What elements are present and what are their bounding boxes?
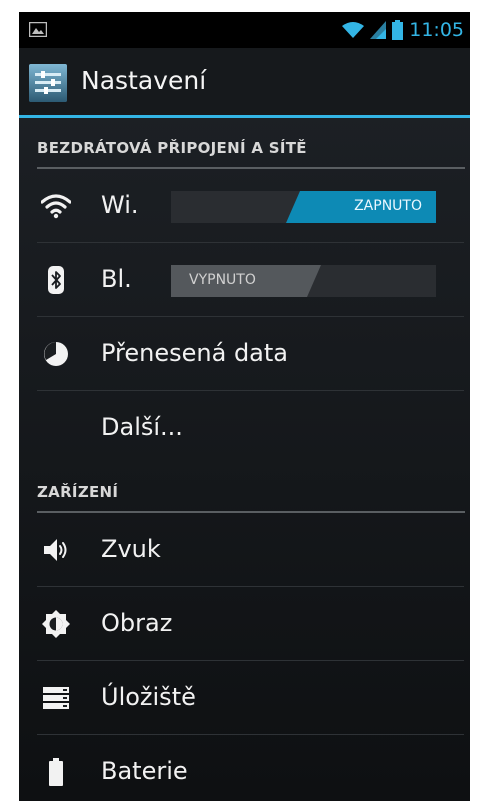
battery-icon bbox=[49, 758, 63, 786]
settings-item-display[interactable]: Obraz bbox=[19, 587, 470, 661]
settings-item-wifi[interactable]: Wi. ZAPNUTO bbox=[19, 169, 470, 243]
action-bar: Nastavení bbox=[19, 48, 470, 118]
wifi-toggle[interactable]: ZAPNUTO bbox=[171, 191, 436, 223]
settings-item-wifi-label: Wi. bbox=[101, 191, 139, 219]
status-icons: 11:05 bbox=[342, 12, 464, 48]
bluetooth-toggle-off-thumb: VYPNUTO bbox=[171, 265, 321, 297]
status-bar: 11:05 bbox=[19, 12, 470, 48]
settings-item-more[interactable]: Další... bbox=[19, 391, 470, 465]
settings-item-bluetooth[interactable]: Bl. VYPNUTO bbox=[19, 243, 470, 317]
settings-item-storage-label: Úložiště bbox=[101, 683, 196, 711]
cell-signal-icon bbox=[370, 21, 387, 39]
section-header-device-label: ZAŘÍZENÍ bbox=[37, 483, 119, 501]
wifi-toggle-text: ZAPNUTO bbox=[354, 198, 422, 214]
page-title: Nastavení bbox=[81, 66, 207, 95]
settings-app-icon[interactable] bbox=[29, 64, 67, 102]
settings-item-data-usage[interactable]: Přenesená data bbox=[19, 317, 470, 391]
wifi-icon bbox=[41, 194, 71, 219]
bluetooth-toggle[interactable]: VYPNUTO bbox=[171, 265, 436, 297]
section-header-device: ZAŘÍZENÍ bbox=[37, 465, 465, 513]
settings-item-display-label: Obraz bbox=[101, 609, 173, 637]
wifi-toggle-on-thumb: ZAPNUTO bbox=[286, 191, 436, 223]
settings-item-sound-label: Zvuk bbox=[101, 535, 161, 563]
section-header-wireless-label: BEZDRÁTOVÁ PŘIPOJENÍ A SÍTĚ bbox=[37, 139, 307, 157]
settings-item-battery[interactable]: Baterie bbox=[19, 735, 470, 801]
wifi-signal-icon bbox=[342, 22, 365, 38]
settings-item-battery-label: Baterie bbox=[101, 757, 188, 785]
settings-item-data-usage-label: Přenesená data bbox=[101, 339, 289, 367]
clock: 11:05 bbox=[409, 19, 464, 41]
bluetooth-toggle-text: VYPNUTO bbox=[189, 272, 256, 288]
sound-icon bbox=[44, 539, 67, 561]
settings-item-storage[interactable]: Úložiště bbox=[19, 661, 470, 735]
section-header-wireless: BEZDRÁTOVÁ PŘIPOJENÍ A SÍTĚ bbox=[37, 121, 465, 169]
bluetooth-icon bbox=[48, 266, 64, 294]
battery-icon bbox=[392, 20, 404, 40]
image-notification-icon bbox=[29, 22, 47, 37]
settings-screen: 11:05 Nastavení BEZDRÁTOVÁ PŘIPOJENÍ A S… bbox=[19, 12, 470, 801]
settings-item-sound[interactable]: Zvuk bbox=[19, 513, 470, 587]
settings-item-more-label: Další... bbox=[101, 413, 183, 441]
data-usage-icon bbox=[44, 342, 68, 366]
settings-item-bluetooth-label: Bl. bbox=[101, 265, 132, 293]
storage-icon bbox=[43, 687, 69, 709]
display-icon bbox=[42, 610, 70, 638]
